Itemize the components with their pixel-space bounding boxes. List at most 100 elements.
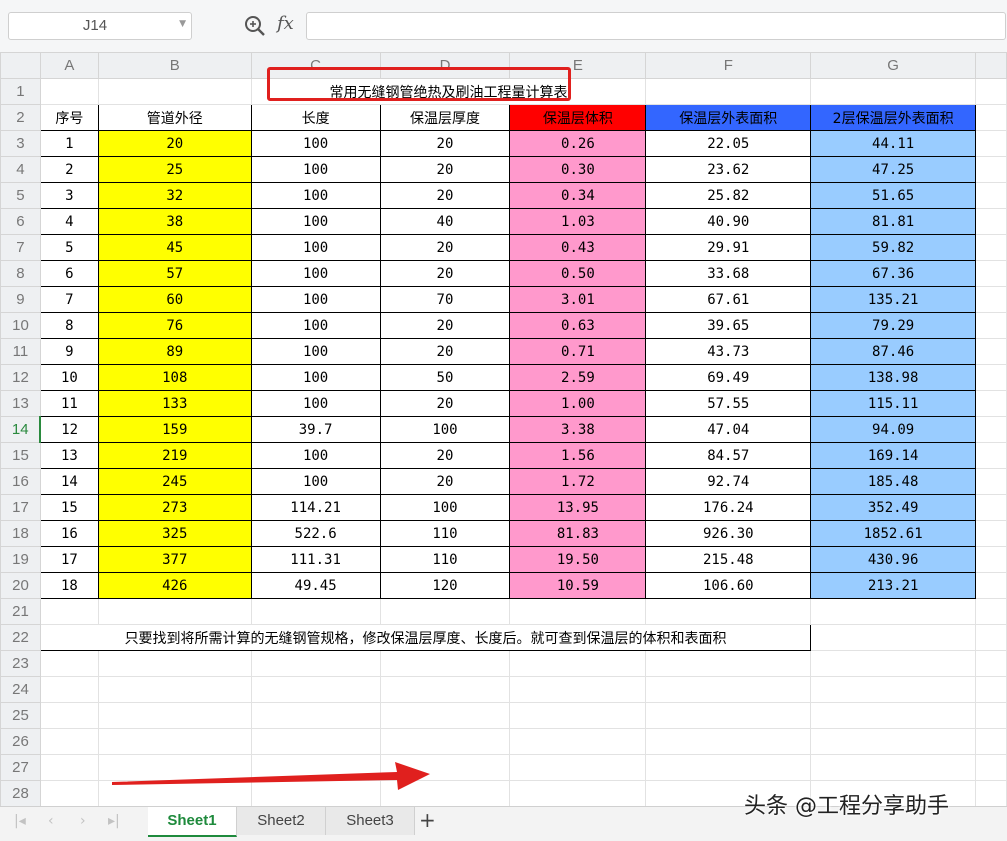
data-cell[interactable]: 51.65 bbox=[810, 182, 977, 209]
column-header-f[interactable]: F bbox=[645, 52, 812, 79]
row-header[interactable]: 25 bbox=[0, 702, 41, 729]
data-cell[interactable]: 20 bbox=[379, 468, 511, 495]
cell[interactable] bbox=[975, 312, 1007, 339]
cell[interactable] bbox=[975, 130, 1007, 157]
data-cell[interactable]: 32 bbox=[97, 182, 252, 209]
row-header[interactable]: 17 bbox=[0, 494, 41, 521]
name-box[interactable]: J14 ▼ bbox=[8, 12, 192, 40]
data-cell[interactable]: 3.01 bbox=[509, 286, 647, 313]
header-cell[interactable]: 序号 bbox=[39, 104, 99, 131]
data-cell[interactable]: 92.74 bbox=[645, 468, 812, 495]
data-cell[interactable]: 39.7 bbox=[250, 416, 381, 443]
row-header[interactable]: 23 bbox=[0, 650, 41, 677]
chevron-down-icon[interactable]: ▼ bbox=[179, 19, 186, 29]
cell[interactable] bbox=[975, 208, 1007, 235]
cell[interactable] bbox=[975, 598, 1007, 625]
cell[interactable] bbox=[250, 598, 381, 625]
data-cell[interactable]: 33.68 bbox=[645, 260, 812, 287]
row-header[interactable]: 20 bbox=[0, 572, 41, 599]
first-sheet-icon[interactable]: |◂ bbox=[14, 813, 26, 829]
cell[interactable] bbox=[97, 702, 252, 729]
data-cell[interactable]: 11 bbox=[39, 390, 99, 417]
cell[interactable] bbox=[975, 364, 1007, 391]
tab-sheet1[interactable]: Sheet1 bbox=[148, 807, 237, 837]
row-header[interactable]: 11 bbox=[0, 338, 41, 365]
cell[interactable] bbox=[975, 624, 1007, 651]
data-cell[interactable]: 81.81 bbox=[810, 208, 977, 235]
data-cell[interactable]: 273 bbox=[97, 494, 252, 521]
cell[interactable] bbox=[810, 650, 977, 677]
data-cell[interactable]: 110 bbox=[379, 520, 511, 547]
data-cell[interactable]: 5 bbox=[39, 234, 99, 261]
data-cell[interactable]: 100 bbox=[250, 338, 381, 365]
data-cell[interactable]: 76 bbox=[97, 312, 252, 339]
data-cell[interactable]: 40.90 bbox=[645, 208, 812, 235]
data-cell[interactable]: 100 bbox=[250, 286, 381, 313]
add-sheet-button[interactable]: + bbox=[419, 808, 436, 832]
row-header[interactable]: 4 bbox=[0, 156, 41, 183]
data-cell[interactable]: 25.82 bbox=[645, 182, 812, 209]
cell[interactable] bbox=[509, 754, 647, 781]
cell[interactable] bbox=[250, 728, 381, 755]
tab-sheet2[interactable]: Sheet2 bbox=[237, 807, 326, 835]
row-header[interactable]: 13 bbox=[0, 390, 41, 417]
cell[interactable] bbox=[810, 728, 977, 755]
data-cell[interactable]: 106.60 bbox=[645, 572, 812, 599]
row-header[interactable]: 18 bbox=[0, 520, 41, 547]
cell[interactable] bbox=[975, 780, 1007, 807]
cell[interactable] bbox=[975, 650, 1007, 677]
data-cell[interactable]: 87.46 bbox=[810, 338, 977, 365]
data-cell[interactable]: 169.14 bbox=[810, 442, 977, 469]
header-cell[interactable]: 保温层外表面积 bbox=[645, 104, 812, 131]
cell[interactable] bbox=[97, 598, 252, 625]
cell[interactable] bbox=[379, 650, 511, 677]
header-cell[interactable]: 长度 bbox=[250, 104, 381, 131]
cell[interactable] bbox=[645, 728, 812, 755]
data-cell[interactable]: 0.26 bbox=[509, 130, 647, 157]
cell[interactable] bbox=[509, 598, 647, 625]
cell[interactable] bbox=[379, 598, 511, 625]
cell[interactable] bbox=[509, 728, 647, 755]
cell[interactable] bbox=[810, 624, 977, 651]
row-header[interactable]: 12 bbox=[0, 364, 41, 391]
cell[interactable] bbox=[97, 676, 252, 703]
data-cell[interactable]: 426 bbox=[97, 572, 252, 599]
data-cell[interactable]: 57 bbox=[97, 260, 252, 287]
data-cell[interactable]: 0.71 bbox=[509, 338, 647, 365]
cell[interactable] bbox=[810, 702, 977, 729]
cell[interactable] bbox=[39, 650, 99, 677]
cell[interactable] bbox=[39, 780, 99, 807]
row-header[interactable]: 26 bbox=[0, 728, 41, 755]
data-cell[interactable]: 29.91 bbox=[645, 234, 812, 261]
cell[interactable] bbox=[810, 598, 977, 625]
data-cell[interactable]: 133 bbox=[97, 390, 252, 417]
data-cell[interactable]: 100 bbox=[250, 468, 381, 495]
data-cell[interactable]: 84.57 bbox=[645, 442, 812, 469]
data-cell[interactable]: 60 bbox=[97, 286, 252, 313]
data-cell[interactable]: 215.48 bbox=[645, 546, 812, 573]
data-cell[interactable]: 6 bbox=[39, 260, 99, 287]
data-cell[interactable]: 245 bbox=[97, 468, 252, 495]
data-cell[interactable]: 100 bbox=[250, 442, 381, 469]
data-cell[interactable]: 135.21 bbox=[810, 286, 977, 313]
data-cell[interactable]: 176.24 bbox=[645, 494, 812, 521]
data-cell[interactable]: 12 bbox=[39, 416, 99, 443]
cell[interactable] bbox=[975, 754, 1007, 781]
data-cell[interactable]: 100 bbox=[250, 208, 381, 235]
cell[interactable] bbox=[250, 650, 381, 677]
data-cell[interactable]: 47.25 bbox=[810, 156, 977, 183]
data-cell[interactable]: 7 bbox=[39, 286, 99, 313]
cell[interactable] bbox=[975, 182, 1007, 209]
data-cell[interactable]: 67.61 bbox=[645, 286, 812, 313]
data-cell[interactable]: 0.43 bbox=[509, 234, 647, 261]
cell[interactable] bbox=[645, 78, 812, 105]
cell[interactable] bbox=[39, 78, 99, 105]
cell[interactable] bbox=[975, 546, 1007, 573]
last-sheet-icon[interactable]: ▸| bbox=[108, 813, 120, 829]
row-header[interactable]: 19 bbox=[0, 546, 41, 573]
column-header-a[interactable]: A bbox=[39, 52, 99, 79]
data-cell[interactable]: 0.50 bbox=[509, 260, 647, 287]
cell[interactable] bbox=[645, 650, 812, 677]
cell[interactable] bbox=[975, 156, 1007, 183]
cell[interactable] bbox=[975, 286, 1007, 313]
